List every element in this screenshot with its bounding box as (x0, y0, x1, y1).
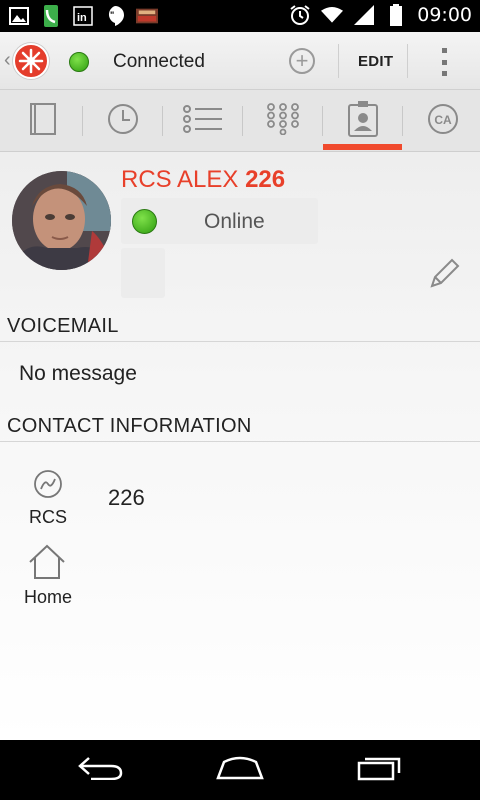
connection-status-dot (69, 52, 89, 72)
battery-icon (385, 4, 407, 26)
image-icon (8, 5, 30, 27)
list-icon (183, 104, 223, 138)
linkedin-icon: in (72, 5, 94, 27)
tab-contacts[interactable] (323, 90, 403, 152)
alarm-icon (289, 4, 311, 26)
presence-dot (132, 209, 157, 234)
contact-name-number: 226 (245, 166, 286, 193)
ca-tab-label: CA (434, 113, 452, 127)
divider (338, 44, 339, 78)
phone-icon (40, 5, 62, 27)
tab-notebook[interactable] (3, 90, 83, 152)
svg-text:": " (110, 10, 114, 20)
recents-button[interactable] (356, 754, 404, 786)
home-nav-icon (216, 756, 264, 785)
action-bar: ‹ Connected + EDIT (0, 32, 480, 90)
wifi-icon (321, 4, 344, 26)
rcs-icon[interactable] (26, 464, 70, 504)
contact-info-header: CONTACT INFORMATION (7, 415, 252, 437)
signal-icon (353, 4, 375, 26)
presence-status[interactable]: Online (121, 198, 318, 244)
clock-time: 09:00 (417, 4, 472, 26)
rcs-label: RCS (28, 507, 67, 527)
navigation-bar (0, 740, 480, 800)
tab-history[interactable] (83, 90, 163, 152)
divider (0, 341, 480, 342)
edit-button[interactable]: EDIT (358, 53, 393, 70)
recents-icon (357, 755, 403, 786)
app-logo-icon[interactable] (13, 43, 49, 79)
pencil-icon[interactable] (428, 256, 462, 290)
divider (0, 441, 480, 442)
notebook-icon (30, 102, 56, 140)
divider (407, 44, 408, 78)
add-icon[interactable]: + (289, 48, 315, 74)
overflow-menu-icon[interactable] (442, 48, 448, 76)
connection-status-label: Connected (113, 51, 205, 72)
back-chevron-icon[interactable]: ‹ (4, 49, 11, 72)
home-label: Home (23, 587, 72, 607)
selected-tab-indicator (323, 144, 402, 150)
tab-list[interactable] (163, 90, 243, 152)
contact-card-icon (348, 100, 378, 142)
back-button[interactable] (76, 754, 124, 786)
ca-icon: CA (427, 103, 459, 140)
home-icon[interactable] (25, 542, 69, 582)
tab-ca[interactable]: CA (403, 90, 480, 152)
svg-text:in: in (77, 12, 87, 24)
voicemail-message[interactable]: No message (19, 362, 137, 386)
contact-name: RCS ALEX 226 (121, 166, 285, 194)
avatar[interactable] (12, 171, 111, 270)
voicemail-header: VOICEMAIL (7, 315, 119, 337)
game-icon (136, 5, 158, 27)
contact-name-prefix: RCS ALEX (121, 166, 239, 193)
home-button[interactable] (216, 754, 264, 786)
status-bar: in " 09:00 (0, 0, 480, 32)
tab-dialpad[interactable] (243, 90, 323, 152)
rcs-value[interactable]: 226 (108, 485, 145, 511)
presence-label: Online (204, 210, 265, 233)
clock-icon (107, 103, 139, 140)
hangouts-icon: " (104, 5, 126, 27)
tab-bar: CA (0, 90, 480, 152)
back-arrow-icon (77, 756, 123, 785)
status-note-box[interactable] (121, 248, 165, 298)
dialpad-icon (267, 102, 299, 140)
